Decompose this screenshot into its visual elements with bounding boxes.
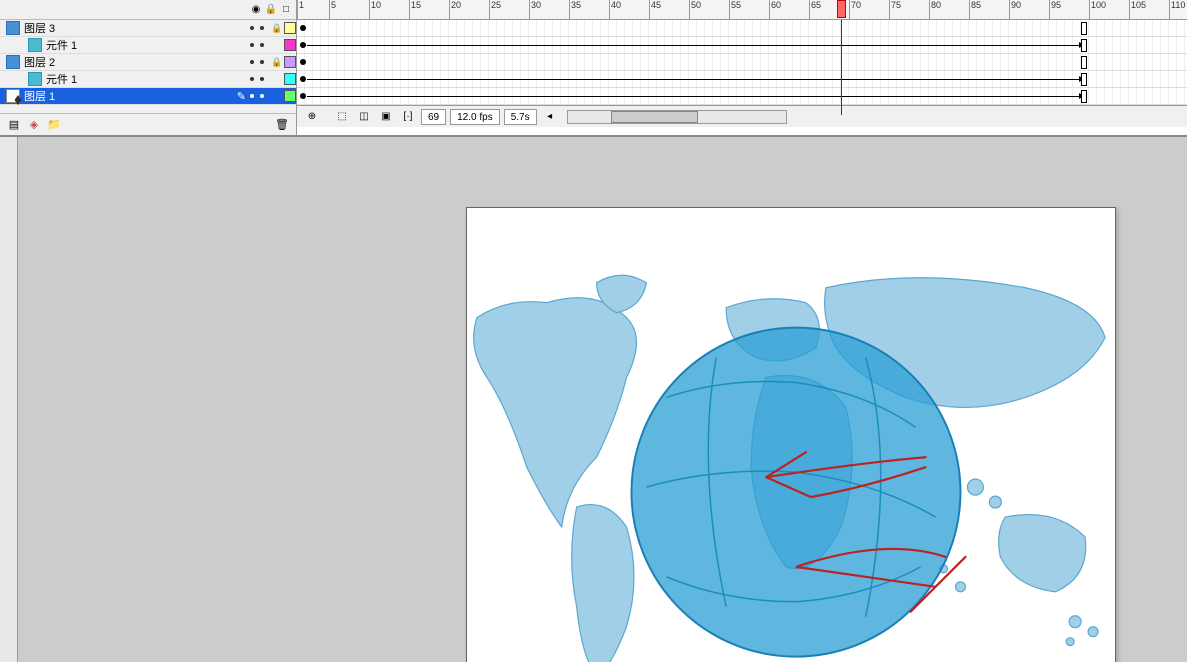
end-frame[interactable] <box>1081 56 1087 69</box>
keyframe[interactable] <box>300 93 306 99</box>
scrollbar-thumb[interactable] <box>611 111 698 123</box>
layer-row-s2[interactable]: 元件 1 <box>0 71 296 88</box>
layer-name: 图层 2 <box>24 54 250 70</box>
frame-rate: 12.0 fps <box>450 109 500 125</box>
frame-row-s2[interactable] <box>297 71 1187 88</box>
new-folder-button[interactable]: 📁 <box>46 117 62 133</box>
normal-layer-icon <box>6 21 20 35</box>
new-motion-button[interactable]: ◈ <box>26 117 42 133</box>
layer-toggles[interactable] <box>250 60 264 64</box>
world-map-artwork <box>467 208 1115 662</box>
tween-span[interactable] <box>307 79 1083 80</box>
layer-toggles[interactable] <box>250 77 264 81</box>
stage-area[interactable] <box>0 137 1187 662</box>
layer-swatch[interactable] <box>284 22 296 34</box>
multi-frame-button[interactable]: ▣ <box>377 109 395 125</box>
normal-layer-icon <box>6 55 20 69</box>
tween-span[interactable] <box>307 45 1083 46</box>
outline-icon[interactable]: □ <box>280 4 292 16</box>
layer-swatch[interactable] <box>284 90 296 102</box>
layer-name: 元件 1 <box>46 37 250 53</box>
layers-footer: ▤ ◈ 📁 🗑 <box>0 113 296 135</box>
elapsed-time: 5.7s <box>504 109 537 125</box>
layer-name: 元件 1 <box>46 71 250 87</box>
layer-row-s3[interactable]: 元件 1 <box>0 37 296 54</box>
onion-skin-button[interactable]: ⬚ <box>333 109 351 125</box>
layer-toggles[interactable] <box>250 94 264 98</box>
end-frame[interactable] <box>1081 22 1087 35</box>
timeline-status-bar: ⊕ ⬚ ◫ ▣ [·] 69 12.0 fps 5.7s ◂ <box>297 105 1187 127</box>
layer-lock[interactable]: 🔒 <box>270 23 284 34</box>
layer-row-l3[interactable]: 图层 3 🔒 <box>0 20 296 37</box>
playhead-line <box>841 20 842 115</box>
center-frame-button[interactable]: ⊕ <box>303 109 321 125</box>
stage-ruler-strip <box>0 137 18 662</box>
frames-panel[interactable]: 1510152025303540455055606570758085909510… <box>297 0 1187 135</box>
symbol-layer-icon <box>28 72 42 86</box>
stage-canvas[interactable] <box>466 207 1116 662</box>
onion-outline-button[interactable]: ◫ <box>355 109 373 125</box>
timeline-scrollbar[interactable] <box>567 110 787 124</box>
layer-row-l1[interactable]: 图层 1 ✎ <box>0 88 296 105</box>
frame-row-l1[interactable] <box>297 88 1187 105</box>
layer-swatch[interactable] <box>284 39 296 51</box>
end-frame[interactable] <box>1081 73 1087 86</box>
modify-markers-button[interactable]: [·] <box>399 109 417 125</box>
keyframe[interactable] <box>300 59 306 65</box>
layer-lock[interactable]: 🔒 <box>270 57 284 68</box>
keyframe[interactable] <box>300 76 306 82</box>
layer-toggles[interactable] <box>250 26 264 30</box>
frame-row-l2[interactable] <box>297 54 1187 71</box>
lock-icon[interactable]: 🔒 <box>265 4 277 16</box>
keyframe[interactable] <box>300 25 306 31</box>
keyframe[interactable] <box>300 42 306 48</box>
new-layer-button[interactable]: ▤ <box>6 117 22 133</box>
layer-name: 图层 3 <box>24 20 250 36</box>
end-frame[interactable] <box>1081 39 1087 52</box>
playhead[interactable] <box>837 0 846 18</box>
layer-toggles[interactable] <box>250 43 264 47</box>
end-frame[interactable] <box>1081 90 1087 103</box>
eye-icon[interactable]: ◉ <box>250 4 262 16</box>
current-frame: 69 <box>421 109 446 125</box>
layers-panel: ◉ 🔒 □ 图层 3 🔒 元件 1 图层 2 🔒 元件 1 <box>0 0 297 135</box>
scroll-left-button[interactable]: ◂ <box>541 109 559 125</box>
edit-layer-icon <box>6 89 20 103</box>
timeline-ruler[interactable]: 1510152025303540455055606570758085909510… <box>297 0 1187 20</box>
symbol-layer-icon <box>28 38 42 52</box>
tween-span[interactable] <box>307 96 1083 97</box>
layer-row-l2[interactable]: 图层 2 🔒 <box>0 54 296 71</box>
layer-name: 图层 1 <box>24 88 237 104</box>
layer-swatch[interactable] <box>284 56 296 68</box>
frame-row-s3[interactable] <box>297 37 1187 54</box>
frame-row-l3[interactable] <box>297 20 1187 37</box>
delete-layer-button[interactable]: 🗑 <box>274 117 290 133</box>
layer-header: ◉ 🔒 □ <box>0 0 296 20</box>
layer-swatch[interactable] <box>284 73 296 85</box>
pencil-icon: ✎ <box>237 90 246 103</box>
